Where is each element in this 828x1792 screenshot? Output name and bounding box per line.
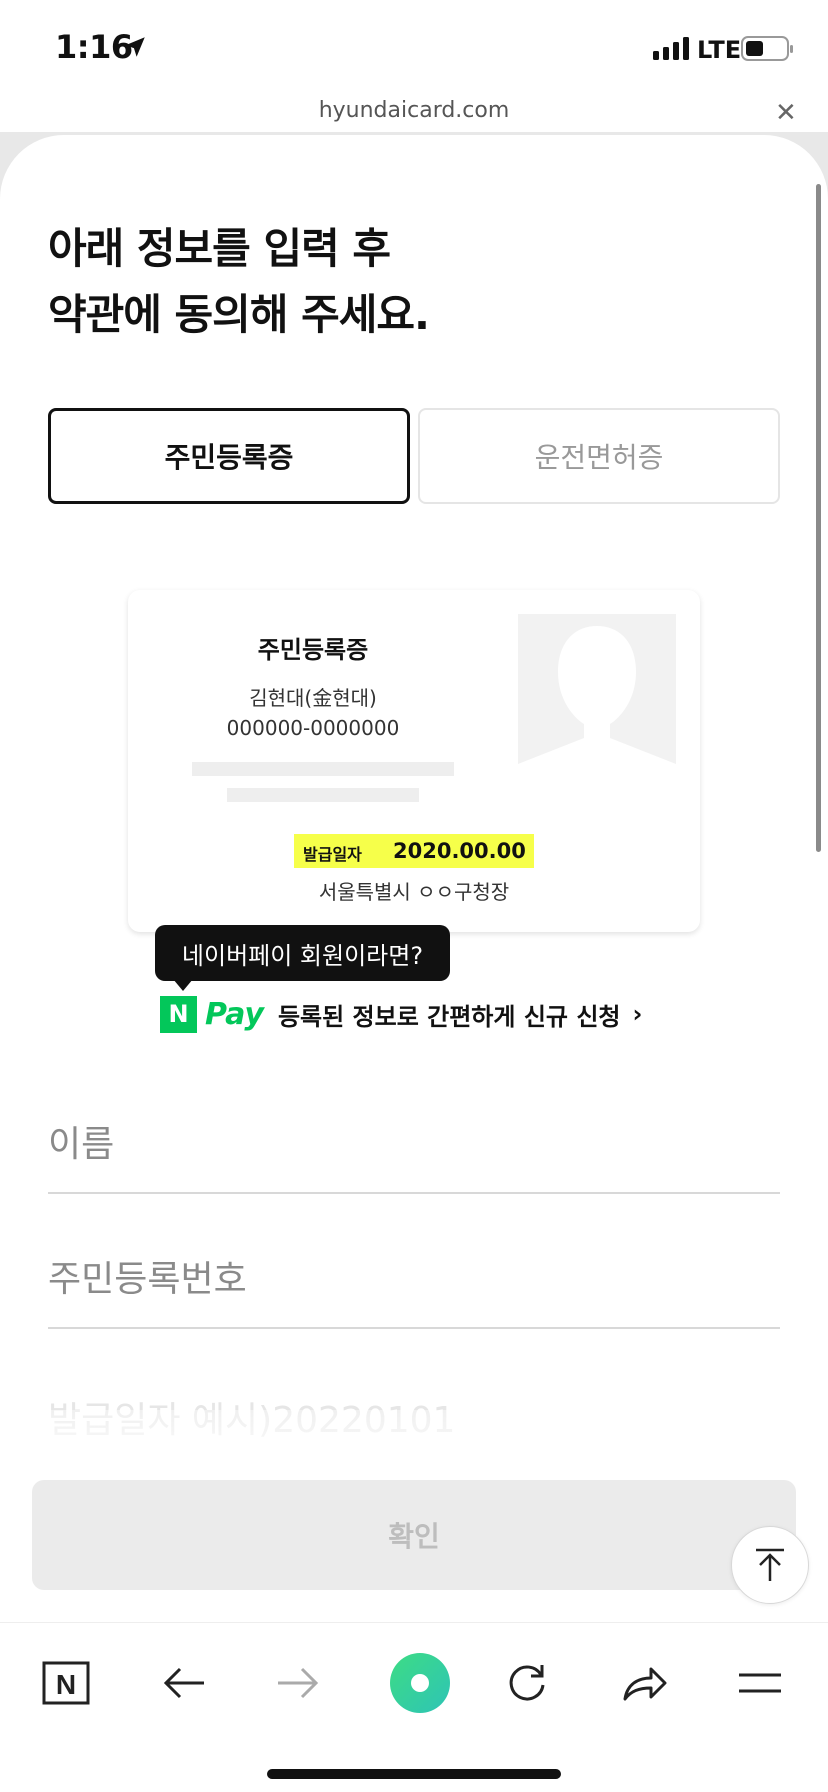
naver-n-icon[interactable]: N [36, 1653, 96, 1713]
id-card-title: 주민등록증 [257, 636, 369, 664]
scroll-fade [0, 1410, 828, 1480]
share-icon[interactable] [614, 1653, 674, 1713]
menu-icon[interactable] [730, 1653, 790, 1713]
issue-date-value: 2020.00.00 [393, 839, 526, 863]
name-input[interactable] [48, 1124, 780, 1165]
refresh-icon[interactable] [497, 1653, 557, 1713]
tab-driver-license[interactable]: 운전면허증 [418, 408, 780, 504]
resident-number-input[interactable] [48, 1259, 780, 1300]
green-dot-icon[interactable] [378, 1641, 462, 1725]
issue-date-label: 발급일자 [303, 845, 362, 864]
battery-icon [741, 36, 793, 61]
home-indicator [267, 1769, 561, 1779]
scroll-to-top-button[interactable] [731, 1526, 809, 1604]
issue-date-highlight: 발급일자 2020.00.00 [294, 834, 534, 868]
naverpay-signup-link[interactable]: N Pay 등록된 정보로 간편하게 신규 신청 › [160, 994, 642, 1034]
status-bar: 1:16 LTE [0, 0, 828, 100]
naverpay-link-text: 등록된 정보로 간편하게 신규 신청 [277, 1002, 621, 1031]
person-silhouette-icon [518, 614, 676, 806]
id-card-placeholder-line [227, 788, 419, 802]
naverpay-tooltip: 네이버페이 회원이라면? [155, 925, 450, 991]
id-card-placeholder-line [192, 762, 454, 776]
page-title: 아래 정보를 입력 후 약관에 동의해 주세요. [48, 216, 430, 348]
rrn-field-wrapper [48, 1259, 780, 1329]
confirm-button[interactable]: 확인 [32, 1480, 796, 1590]
chevron-right-icon: › [632, 1000, 643, 1028]
svg-text:N: N [56, 1669, 76, 1700]
page-title-line-1: 아래 정보를 입력 후 [48, 224, 391, 273]
arrow-up-to-top-icon [756, 1548, 784, 1581]
scrollbar[interactable] [816, 184, 821, 852]
close-icon[interactable]: ✕ [775, 98, 797, 128]
back-arrow-icon[interactable] [154, 1653, 214, 1713]
tab-resident-card[interactable]: 주민등록증 [48, 408, 410, 504]
naverpay-n-icon: N [160, 995, 197, 1033]
status-time: 1:16 [55, 28, 133, 66]
location-arrow-icon [122, 34, 148, 64]
browser-url-bar: hyundaicard.com ✕ [0, 96, 828, 136]
forward-arrow-icon[interactable] [268, 1653, 328, 1713]
id-card-number: 000000-0000000 [226, 716, 400, 740]
name-field-wrapper [48, 1124, 780, 1194]
network-type: LTE [697, 36, 742, 64]
url-text[interactable]: hyundaicard.com [0, 98, 828, 123]
cellular-signal-icon [653, 36, 693, 64]
page-title-line-2: 약관에 동의해 주세요. [48, 290, 430, 339]
id-card-illustration: 주민등록증 김현대(金현대) 000000-0000000 발급일자 2020.… [128, 590, 700, 932]
id-card-name: 김현대(金현대) [249, 686, 377, 710]
naverpay-logo-text: Pay [205, 996, 264, 1032]
browser-toolbar: N [0, 1622, 828, 1792]
tooltip-text: 네이버페이 회원이라면? [181, 941, 424, 970]
id-card-issuer: 서울특별시 ㅇㅇ구청장 [318, 880, 510, 904]
